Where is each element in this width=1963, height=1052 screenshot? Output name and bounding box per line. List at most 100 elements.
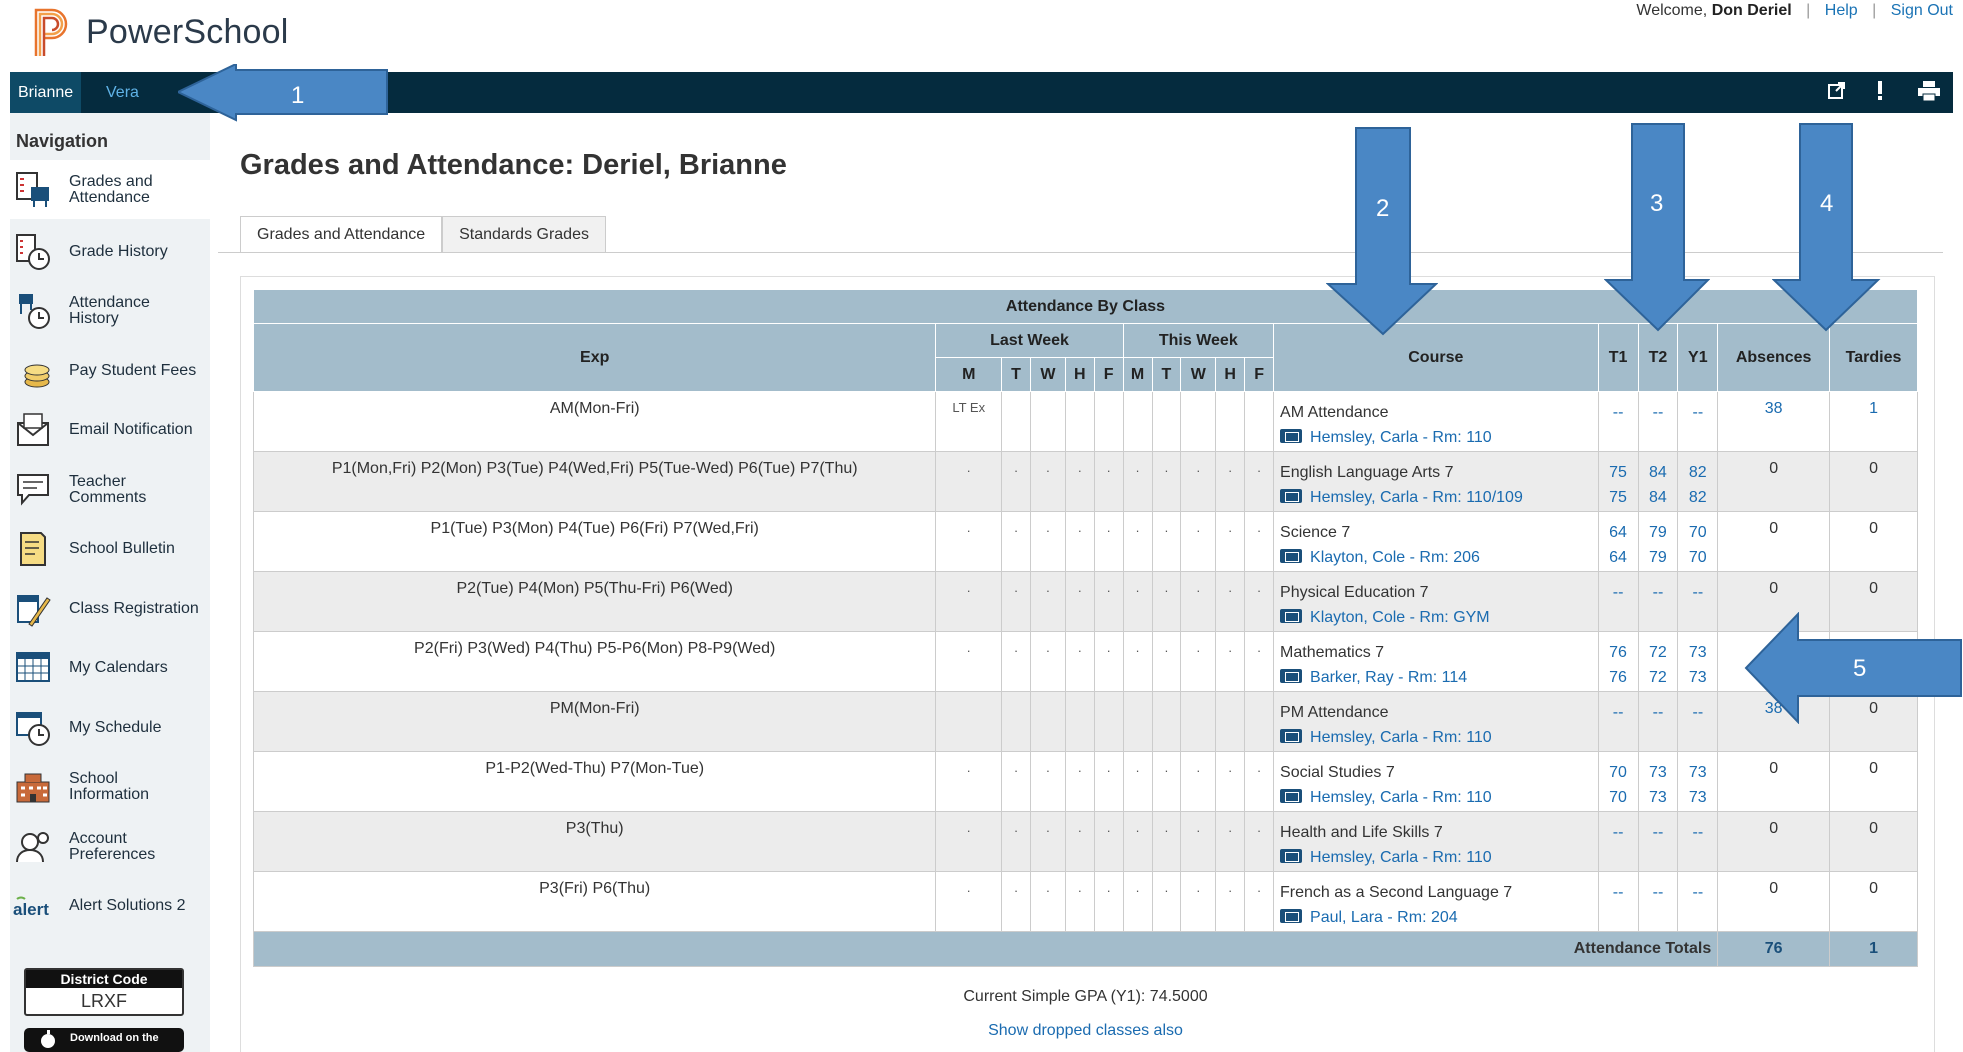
y1-grade[interactable]: -- bbox=[1678, 700, 1717, 725]
email-teacher-icon[interactable] bbox=[1280, 788, 1303, 803]
t2-grade[interactable]: 79 bbox=[1639, 545, 1678, 570]
t2-grade[interactable]: 72 bbox=[1639, 640, 1678, 665]
y1-grade[interactable]: -- bbox=[1678, 880, 1717, 905]
y1-grade[interactable]: 73 bbox=[1678, 665, 1717, 690]
y1-grade[interactable]: 70 bbox=[1678, 545, 1717, 570]
email-teacher-icon[interactable] bbox=[1280, 728, 1303, 743]
sidebar-item-attendance-history[interactable]: Attendance History bbox=[10, 281, 210, 340]
student-tab-brianne[interactable]: Brianne bbox=[10, 72, 82, 113]
t1-grade[interactable]: 64 bbox=[1599, 520, 1638, 545]
t2-grade[interactable]: -- bbox=[1639, 700, 1678, 725]
sidebar-item-my-calendars[interactable]: My Calendars bbox=[10, 638, 210, 697]
day-cell: . bbox=[935, 571, 1003, 632]
sign-out-link[interactable]: Sign Out bbox=[1891, 2, 1953, 19]
y1-grade[interactable]: -- bbox=[1678, 400, 1717, 425]
absences-cell[interactable]: 38 bbox=[1717, 391, 1831, 452]
t1-grade[interactable]: 75 bbox=[1599, 485, 1638, 510]
student-tab-vera[interactable]: Vera bbox=[98, 72, 147, 113]
room-text[interactable]: - Rm: 110 bbox=[1423, 849, 1492, 866]
y1-grade[interactable]: 73 bbox=[1678, 760, 1717, 785]
t2-grade[interactable]: 79 bbox=[1639, 520, 1678, 545]
t2-grade[interactable]: -- bbox=[1639, 820, 1678, 845]
t1-grade[interactable]: -- bbox=[1599, 820, 1638, 845]
room-text[interactable]: - Rm: 110 bbox=[1423, 729, 1492, 746]
sidebar-item-my-schedule[interactable]: My Schedule bbox=[10, 698, 210, 757]
sidebar-item-teacher-comments[interactable]: Teacher Comments bbox=[10, 460, 210, 519]
t2-grade[interactable]: -- bbox=[1639, 880, 1678, 905]
teacher-link[interactable]: Hemsley, Carla bbox=[1310, 729, 1418, 746]
t1-grade[interactable]: 75 bbox=[1599, 460, 1638, 485]
email-teacher-icon[interactable] bbox=[1280, 488, 1303, 503]
sidebar-item-grade-history[interactable]: Grade History bbox=[10, 222, 210, 281]
room-text[interactable]: - Rm: 110/109 bbox=[1423, 489, 1523, 506]
y1-grade[interactable]: 82 bbox=[1678, 460, 1717, 485]
t2-grade[interactable]: 84 bbox=[1639, 460, 1678, 485]
t1-grade[interactable]: 76 bbox=[1599, 665, 1638, 690]
app-store-badge[interactable]: Download on the bbox=[24, 1028, 184, 1052]
sidebar-item-school-information[interactable]: School Information bbox=[10, 757, 210, 816]
y1-grade[interactable]: -- bbox=[1678, 820, 1717, 845]
t1-grade[interactable]: 70 bbox=[1599, 760, 1638, 785]
teacher-link[interactable]: Klayton, Cole bbox=[1310, 549, 1405, 566]
show-dropped-classes-link[interactable]: Show dropped classes also bbox=[253, 1022, 1918, 1040]
teacher-link[interactable]: Hemsley, Carla bbox=[1310, 489, 1418, 506]
sidebar-item-label: Account Preferences bbox=[69, 829, 156, 863]
teacher-link[interactable]: Klayton, Cole bbox=[1310, 609, 1405, 626]
teacher-link[interactable]: Hemsley, Carla bbox=[1310, 789, 1418, 806]
t1-grade[interactable]: 64 bbox=[1599, 545, 1638, 570]
t1-grade[interactable]: 76 bbox=[1599, 640, 1638, 665]
y1-grade[interactable]: 70 bbox=[1678, 520, 1717, 545]
total-tardies[interactable]: 1 bbox=[1829, 931, 1918, 967]
email-teacher-icon[interactable] bbox=[1280, 848, 1303, 863]
sidebar-item-grades-and-attendance[interactable]: Grades and Attendance bbox=[10, 160, 210, 219]
help-link[interactable]: Help bbox=[1825, 2, 1858, 19]
t1-grade[interactable]: -- bbox=[1599, 700, 1638, 725]
t1-grade[interactable]: -- bbox=[1599, 580, 1638, 605]
tardies-cell: 0 bbox=[1829, 451, 1918, 512]
tardies-cell[interactable]: 1 bbox=[1829, 391, 1918, 452]
email-teacher-icon[interactable] bbox=[1280, 668, 1303, 683]
t2-grade[interactable]: 73 bbox=[1639, 785, 1678, 810]
external-link-icon[interactable] bbox=[1828, 81, 1846, 104]
t2-grade[interactable]: 84 bbox=[1639, 485, 1678, 510]
sidebar-item-email-notification[interactable]: Email Notification bbox=[10, 400, 210, 459]
t2-grade[interactable]: 73 bbox=[1639, 760, 1678, 785]
email-teacher-icon[interactable] bbox=[1280, 608, 1303, 623]
day-cell[interactable]: LT Ex bbox=[935, 391, 1003, 452]
email-teacher-icon[interactable] bbox=[1280, 548, 1303, 563]
email-teacher-icon[interactable] bbox=[1280, 908, 1303, 923]
t1-grade[interactable]: -- bbox=[1599, 400, 1638, 425]
room-text[interactable]: - Rm: 204 bbox=[1387, 909, 1457, 926]
teacher-link[interactable]: Barker, Ray bbox=[1310, 669, 1394, 686]
t1-grade[interactable]: -- bbox=[1599, 880, 1638, 905]
sidebar-item-school-bulletin[interactable]: School Bulletin bbox=[10, 519, 210, 578]
tab-grades-and-attendance[interactable]: Grades and Attendance bbox=[240, 216, 443, 253]
room-text[interactable]: - Rm: GYM bbox=[1410, 609, 1490, 626]
t2-grade[interactable]: -- bbox=[1639, 580, 1678, 605]
y1-grade[interactable]: -- bbox=[1678, 580, 1717, 605]
t2-grade[interactable]: -- bbox=[1639, 400, 1678, 425]
sidebar-item-class-registration[interactable]: Class Registration bbox=[10, 579, 210, 638]
teacher-link[interactable]: Hemsley, Carla bbox=[1310, 429, 1418, 446]
email-teacher-icon[interactable] bbox=[1280, 428, 1303, 443]
room-text[interactable]: - Rm: 206 bbox=[1410, 549, 1480, 566]
total-absences[interactable]: 76 bbox=[1717, 931, 1831, 967]
teacher-link[interactable]: Paul, Lara bbox=[1310, 909, 1383, 926]
y1-grade[interactable]: 73 bbox=[1678, 640, 1717, 665]
teacher-link[interactable]: Hemsley, Carla bbox=[1310, 849, 1418, 866]
day-cell: . bbox=[935, 631, 1003, 692]
room-text[interactable]: - Rm: 110 bbox=[1423, 429, 1492, 446]
print-icon[interactable] bbox=[1918, 81, 1940, 106]
room-text[interactable]: - Rm: 114 bbox=[1398, 669, 1467, 686]
sidebar-item-alert-solutions-2[interactable]: alert Alert Solutions 2 bbox=[10, 876, 210, 935]
powerschool-logo[interactable]: PowerSchool bbox=[32, 6, 289, 58]
room-text[interactable]: - Rm: 110 bbox=[1423, 789, 1492, 806]
tab-standards-grades[interactable]: Standards Grades bbox=[442, 216, 606, 253]
t2-grade[interactable]: 72 bbox=[1639, 665, 1678, 690]
sidebar-item-account-preferences[interactable]: Account Preferences bbox=[10, 817, 210, 876]
sidebar-item-pay-student-fees[interactable]: Pay Student Fees bbox=[10, 341, 210, 400]
t1-grade[interactable]: 70 bbox=[1599, 785, 1638, 810]
y1-grade[interactable]: 73 bbox=[1678, 785, 1717, 810]
y1-grade[interactable]: 82 bbox=[1678, 485, 1717, 510]
alert-icon[interactable] bbox=[1876, 81, 1884, 106]
